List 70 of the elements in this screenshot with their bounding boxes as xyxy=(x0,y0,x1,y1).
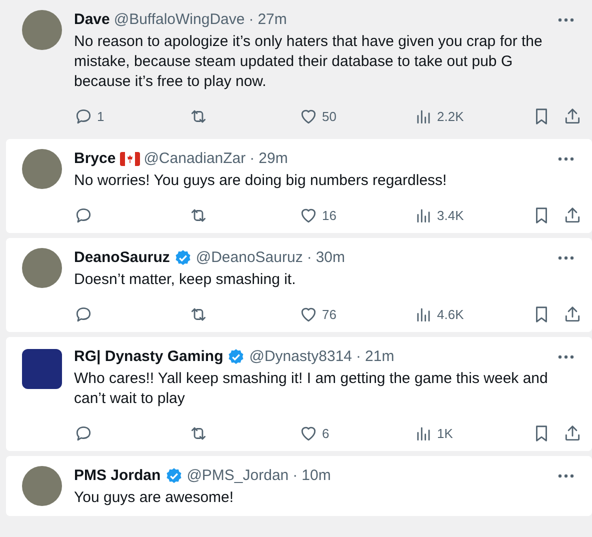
more-dots-icon xyxy=(558,256,574,260)
more-button[interactable] xyxy=(556,256,576,260)
view-count: 3.4K xyxy=(437,208,464,222)
author-name[interactable]: RG| Dynasty Gaming xyxy=(74,347,224,367)
avatar-circle[interactable] xyxy=(22,248,62,288)
reply-count: 1 xyxy=(97,108,104,124)
reply-text: No reason to apologize it’s only haters that have given you crap for the mistake, because steam updated their database to take out pub G because it’s free to play now. xyxy=(74,32,544,92)
like-button[interactable]: 6 xyxy=(299,424,414,442)
author-name[interactable]: Dave xyxy=(74,10,110,30)
like-button[interactable]: 16 xyxy=(299,206,414,224)
share-button[interactable] xyxy=(563,304,582,324)
more-dots-icon xyxy=(558,355,574,359)
more-dots-icon xyxy=(558,474,574,478)
share-button[interactable] xyxy=(563,206,582,224)
reply-text: Doesn’t matter, keep smashing it. xyxy=(74,270,297,290)
author-name[interactable]: Bryce xyxy=(74,149,116,169)
like-button[interactable]: 76 xyxy=(299,304,414,324)
more-button[interactable] xyxy=(556,18,576,22)
separator-dot: · xyxy=(250,149,255,169)
separator-dot: · xyxy=(306,248,312,268)
author-handle[interactable]: @CanadianZar xyxy=(144,149,246,169)
post-time[interactable]: 21m xyxy=(365,347,394,367)
views-button[interactable]: 4.6K xyxy=(414,304,514,324)
separator-dot: · xyxy=(292,466,298,486)
author-handle[interactable]: @DeanoSauruz xyxy=(196,248,303,268)
post-time[interactable]: 10m xyxy=(302,466,331,486)
more-button[interactable] xyxy=(556,157,576,161)
share-icon xyxy=(563,424,582,442)
like-count: 76 xyxy=(322,306,336,322)
views-button[interactable]: 1K xyxy=(414,424,514,442)
views-button[interactable]: 2.2K xyxy=(414,106,514,126)
separator-dot: · xyxy=(356,347,362,367)
author-handle[interactable]: @PMS_Jordan xyxy=(186,466,289,486)
reply-button[interactable]: 1 xyxy=(74,106,189,126)
author-handle[interactable]: @BuffaloWingDave xyxy=(114,10,245,30)
view-count: 1K xyxy=(437,426,453,440)
like-count: 6 xyxy=(322,426,330,440)
share-icon xyxy=(563,304,582,324)
like-count: 16 xyxy=(322,208,336,222)
post-time[interactable]: 29m xyxy=(258,149,288,169)
more-button[interactable] xyxy=(556,474,576,478)
avatar-circle[interactable] xyxy=(22,149,62,189)
more-dots-icon xyxy=(558,18,574,22)
author-name[interactable]: PMS Jordan xyxy=(74,466,161,486)
more-dots-icon xyxy=(558,157,574,161)
speech-bubble-icon xyxy=(74,106,93,126)
logo-placeholder[interactable] xyxy=(22,349,62,389)
view-count: 4.6K xyxy=(437,306,464,322)
author-name[interactable]: DeanoSauruz xyxy=(74,248,170,268)
avatar-circle[interactable] xyxy=(22,10,62,50)
share-button[interactable] xyxy=(563,424,582,442)
more-button[interactable] xyxy=(556,355,576,359)
post-time[interactable]: 27m xyxy=(258,10,287,30)
share-button[interactable] xyxy=(563,106,582,126)
views-button[interactable]: 3.4K xyxy=(414,206,514,224)
share-icon xyxy=(563,206,582,224)
separator-dot: · xyxy=(248,10,254,30)
like-count: 50 xyxy=(322,108,336,124)
reply-text: No worries! You guys are doing big numbers regardless! xyxy=(74,171,448,191)
share-icon xyxy=(563,106,582,126)
post-time[interactable]: 30m xyxy=(316,248,346,268)
speech-bubble-icon xyxy=(74,424,93,442)
reply-text: Who cares!! Yall keep smashing it! I am getting the game this week and can’t wait to play xyxy=(74,369,549,409)
avatar-circle[interactable] xyxy=(22,466,62,506)
reply-text: You guys are awesome! xyxy=(74,488,235,508)
author-handle[interactable]: @Dynasty8314 xyxy=(249,347,352,367)
speech-bubble-icon xyxy=(74,206,93,224)
speech-bubble-icon xyxy=(74,304,93,324)
like-button[interactable]: 50 xyxy=(299,106,414,126)
view-count: 2.2K xyxy=(437,108,464,124)
